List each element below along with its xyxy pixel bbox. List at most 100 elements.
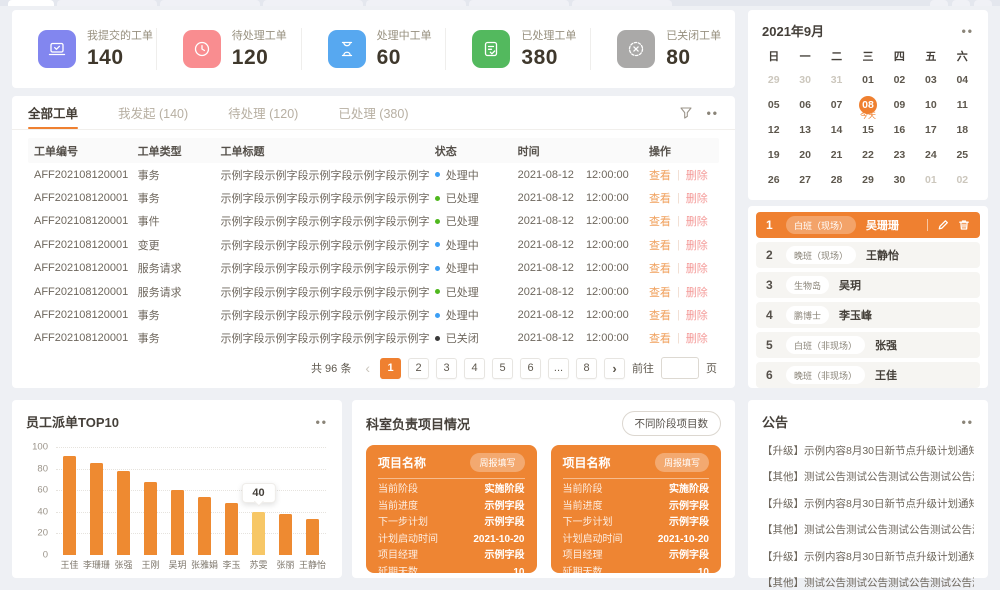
- calendar-day[interactable]: 30: [789, 68, 820, 93]
- calendar-day[interactable]: 29: [758, 68, 789, 93]
- tab-active[interactable]: 全部工单: [28, 96, 78, 129]
- duty-row[interactable]: 1白班（现场）吴珊珊: [756, 212, 980, 238]
- more-icon[interactable]: ••: [316, 416, 328, 428]
- calendar-day[interactable]: 31: [821, 68, 852, 93]
- delete-link[interactable]: 删除: [686, 307, 708, 323]
- chart-bar[interactable]: [306, 519, 319, 555]
- calendar-day[interactable]: 07: [821, 93, 852, 118]
- calendar-day[interactable]: 01: [852, 68, 883, 93]
- next-page-icon[interactable]: ›: [604, 358, 625, 379]
- announcement-item[interactable]: 【其他】测试公告测试公告测试公告测试公告测试公告: [762, 522, 974, 537]
- calendar-day[interactable]: 28: [821, 168, 852, 193]
- view-link[interactable]: 查看: [649, 260, 671, 276]
- calendar-day-today[interactable]: 08今天: [852, 93, 883, 118]
- calendar-day[interactable]: 17: [915, 118, 946, 143]
- duty-row[interactable]: 3生物岛吴玥: [756, 272, 980, 298]
- announcement-item[interactable]: 【其他】测试公告测试公告测试公告测试公告测试公告: [762, 469, 974, 484]
- calendar-day[interactable]: 10: [915, 93, 946, 118]
- stage-count-button[interactable]: 不同阶段项目数: [622, 411, 722, 436]
- tab-item[interactable]: 我发起 (140): [118, 96, 188, 129]
- filter-icon[interactable]: [679, 106, 693, 120]
- edit-icon[interactable]: [937, 219, 949, 231]
- calendar-day[interactable]: 21: [821, 143, 852, 168]
- chart-bar[interactable]: [90, 463, 103, 555]
- calendar-day[interactable]: 24: [915, 143, 946, 168]
- delete-link[interactable]: 删除: [686, 284, 708, 300]
- goto-page-input[interactable]: [661, 357, 699, 379]
- prev-page-icon[interactable]: ‹: [362, 360, 373, 376]
- calendar-day[interactable]: 29: [852, 168, 883, 193]
- delete-link[interactable]: 删除: [686, 260, 708, 276]
- view-link[interactable]: 查看: [649, 190, 671, 206]
- calendar-day[interactable]: 18: [947, 118, 978, 143]
- calendar-day[interactable]: 12: [758, 118, 789, 143]
- page-button[interactable]: 5: [492, 358, 513, 379]
- page-button[interactable]: 6: [520, 358, 541, 379]
- calendar-day[interactable]: 19: [758, 143, 789, 168]
- calendar-day[interactable]: 03: [915, 68, 946, 93]
- weekly-report-button[interactable]: 周报填写: [470, 453, 524, 472]
- calendar-day[interactable]: 15: [852, 118, 883, 143]
- field-label: 延期天数: [563, 565, 603, 582]
- page-button[interactable]: 4: [464, 358, 485, 379]
- more-icon[interactable]: ••: [962, 416, 974, 428]
- calendar-day[interactable]: 27: [789, 168, 820, 193]
- delete-link[interactable]: 删除: [686, 190, 708, 206]
- chart-bar[interactable]: [117, 471, 130, 555]
- weekly-report-button[interactable]: 周报填写: [655, 453, 709, 472]
- view-link[interactable]: 查看: [649, 307, 671, 323]
- duty-row[interactable]: 4鹏博士李玉峰: [756, 302, 980, 328]
- page-button[interactable]: 3: [436, 358, 457, 379]
- tab-item[interactable]: 待处理 (120): [228, 96, 298, 129]
- ticket-clock: 12:00:00: [586, 215, 629, 227]
- duty-row[interactable]: 6晚班（非现场）王佳: [756, 362, 980, 388]
- calendar-day[interactable]: 14: [821, 118, 852, 143]
- chart-bar[interactable]: [279, 514, 292, 555]
- calendar-day[interactable]: 02: [947, 168, 978, 193]
- page-button[interactable]: 1: [380, 358, 401, 379]
- page-button[interactable]: 2: [408, 358, 429, 379]
- page-button[interactable]: 8: [576, 358, 597, 379]
- delete-link[interactable]: 删除: [686, 237, 708, 253]
- delete-link[interactable]: 删除: [686, 330, 708, 346]
- trash-icon[interactable]: [958, 219, 970, 231]
- chart-bar[interactable]: [171, 490, 184, 555]
- calendar-day[interactable]: 23: [884, 143, 915, 168]
- view-link[interactable]: 查看: [649, 167, 671, 183]
- announcement-item[interactable]: 【升级】示例内容8月30日新节点升级计划通知: [762, 496, 974, 511]
- tab-item[interactable]: 已处理 (380): [338, 96, 408, 129]
- calendar-day[interactable]: 09: [884, 93, 915, 118]
- view-link[interactable]: 查看: [649, 330, 671, 346]
- calendar-day[interactable]: 20: [789, 143, 820, 168]
- view-link[interactable]: 查看: [649, 284, 671, 300]
- calendar-day[interactable]: 26: [758, 168, 789, 193]
- calendar-day[interactable]: 11: [947, 93, 978, 118]
- calendar-day[interactable]: 05: [758, 93, 789, 118]
- calendar-day[interactable]: 02: [884, 68, 915, 93]
- calendar-day[interactable]: 22: [852, 143, 883, 168]
- calendar-day[interactable]: 30: [884, 168, 915, 193]
- chart-bar[interactable]: [252, 512, 265, 555]
- announcement-item[interactable]: 【升级】示例内容8月30日新节点升级计划通知: [762, 549, 974, 564]
- chart-bar[interactable]: [144, 482, 157, 555]
- chart-bar[interactable]: [63, 456, 76, 555]
- page-ellipsis[interactable]: ...: [548, 358, 569, 379]
- calendar-day[interactable]: 13: [789, 118, 820, 143]
- view-link[interactable]: 查看: [649, 213, 671, 229]
- calendar-day[interactable]: 01: [915, 168, 946, 193]
- announcement-item[interactable]: 【升级】示例内容8月30日新节点升级计划通知: [762, 443, 974, 458]
- calendar-day[interactable]: 06: [789, 93, 820, 118]
- delete-link[interactable]: 删除: [686, 213, 708, 229]
- more-icon[interactable]: ••: [962, 25, 974, 37]
- chart-bar[interactable]: [198, 497, 211, 555]
- action-divider: |: [677, 192, 680, 204]
- delete-link[interactable]: 删除: [686, 167, 708, 183]
- calendar-day[interactable]: 25: [947, 143, 978, 168]
- view-link[interactable]: 查看: [649, 237, 671, 253]
- calendar-day[interactable]: 04: [947, 68, 978, 93]
- more-icon[interactable]: ••: [707, 107, 719, 119]
- duty-row[interactable]: 2晚班（现场）王静怡: [756, 242, 980, 268]
- duty-row[interactable]: 5白班（非现场）张强: [756, 332, 980, 358]
- calendar-day[interactable]: 16: [884, 118, 915, 143]
- chart-bar[interactable]: [225, 503, 238, 555]
